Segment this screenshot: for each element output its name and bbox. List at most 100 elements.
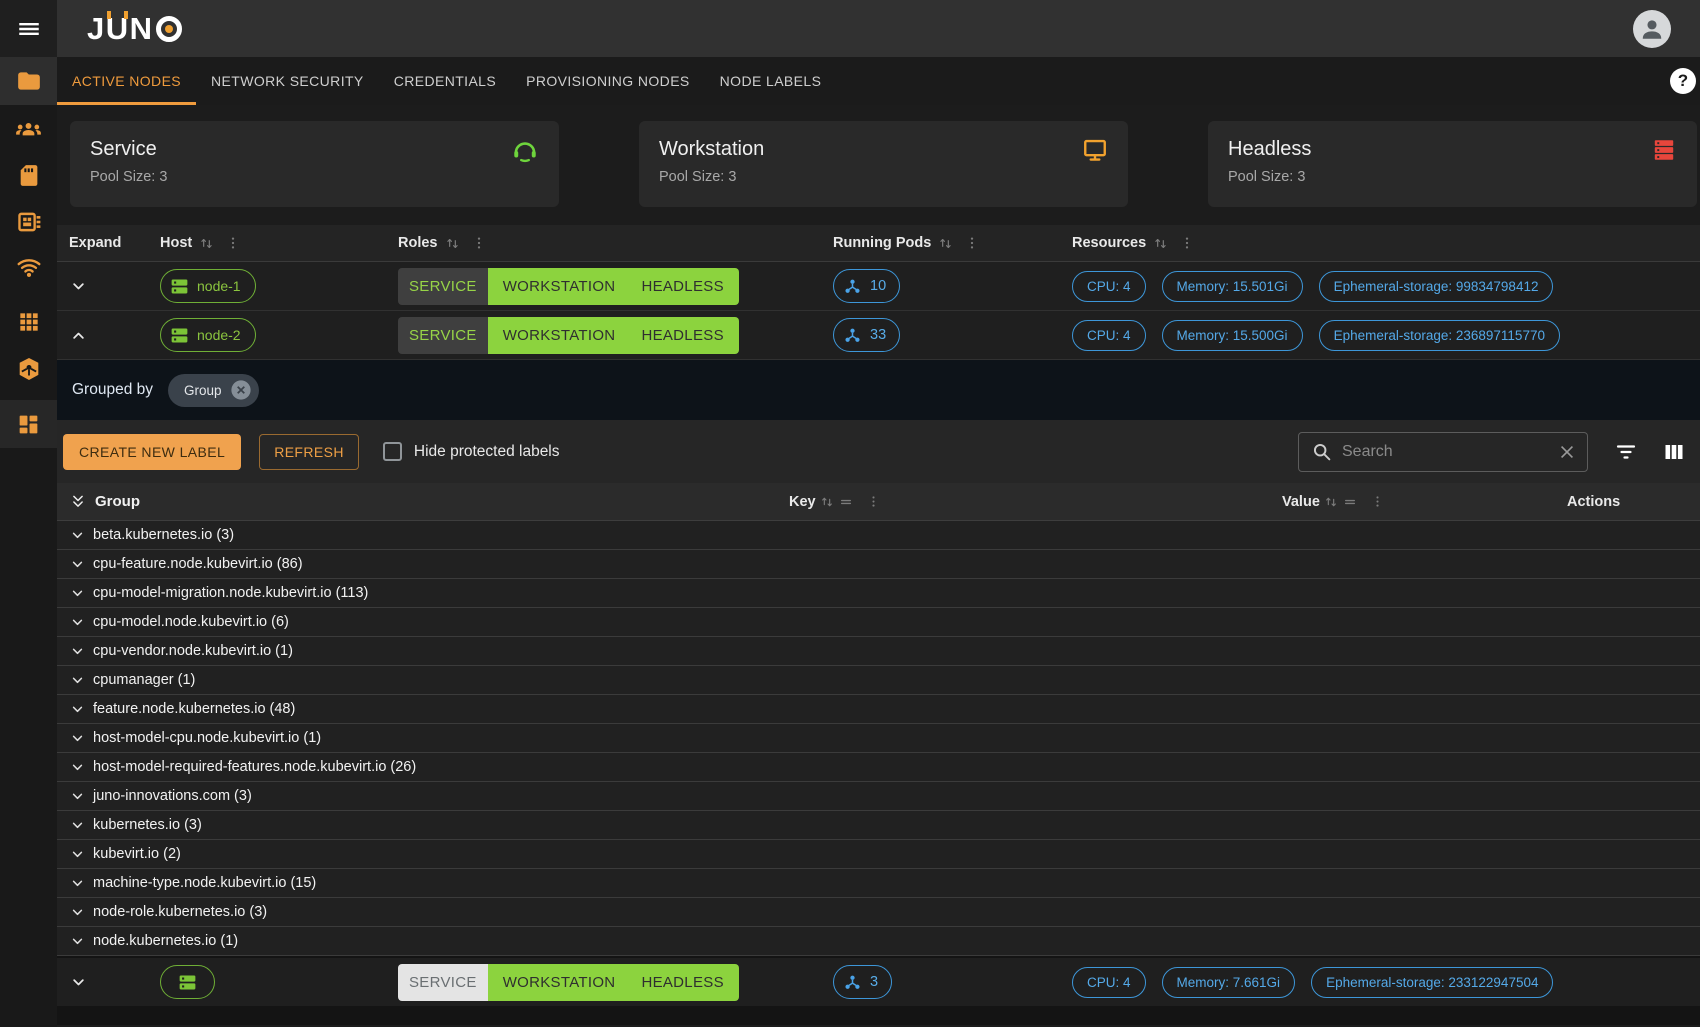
- sidebar-item-cube[interactable]: [0, 345, 57, 393]
- search-input[interactable]: [1342, 443, 1547, 461]
- expand-all-icon[interactable]: [69, 493, 87, 511]
- label-group-row[interactable]: kubevirt.io (2): [57, 840, 1700, 869]
- search-box: [1298, 432, 1588, 472]
- chevron-down-icon: [69, 730, 86, 747]
- groups-icon: [15, 116, 42, 143]
- label-group-row[interactable]: beta.kubernetes.io (3): [57, 521, 1700, 550]
- juno-logo: JUN: [87, 13, 182, 44]
- user-avatar[interactable]: [1633, 10, 1671, 48]
- refresh-button[interactable]: REFRESH: [259, 434, 359, 470]
- hide-protected-checkbox[interactable]: [383, 442, 402, 461]
- column-menu-icon[interactable]: [1179, 235, 1195, 251]
- role-workstation[interactable]: WORKSTATION: [503, 278, 616, 295]
- label-group-row[interactable]: cpu-model.node.kubevirt.io (6): [57, 608, 1700, 637]
- sidebar-item-memory[interactable]: [0, 198, 57, 246]
- label-group-row[interactable]: cpu-feature.node.kubevirt.io (86): [57, 550, 1700, 579]
- collapse-row-button[interactable]: [69, 326, 88, 345]
- label-group-row[interactable]: cpu-model-migration.node.kubevirt.io (11…: [57, 579, 1700, 608]
- role-service[interactable]: SERVICE: [398, 317, 488, 354]
- role-workstation[interactable]: WORKSTATION: [503, 974, 616, 991]
- sidebar-item-folder[interactable]: [0, 57, 57, 105]
- footer-strip: [57, 1006, 1700, 1025]
- role-workstation[interactable]: WORKSTATION: [503, 327, 616, 344]
- sidebar-item-sim-card[interactable]: [0, 151, 57, 199]
- hamburger-menu-button[interactable]: [0, 0, 57, 57]
- column-menu-icon[interactable]: [471, 235, 487, 251]
- cube-icon: [16, 356, 42, 382]
- column-menu-icon[interactable]: [866, 494, 881, 509]
- memory-chip: Memory: 15.500Gi: [1162, 320, 1303, 351]
- host-chip[interactable]: node-1: [160, 269, 256, 303]
- chevron-down-icon: [69, 817, 86, 834]
- sort-icon[interactable]: [937, 235, 954, 252]
- group-row-label: kubernetes.io (3): [93, 817, 202, 833]
- sort-icon[interactable]: [198, 235, 215, 252]
- logo-letter: J: [87, 13, 105, 44]
- ephemeral-storage-chip: Ephemeral-storage: 99834798412: [1319, 271, 1554, 302]
- cpu-chip: CPU: 4: [1072, 320, 1146, 351]
- tab-credentials[interactable]: CREDENTIALS: [379, 57, 511, 105]
- host-chip[interactable]: node-2: [160, 318, 256, 352]
- filter-equals-icon[interactable]: [1342, 494, 1358, 510]
- expand-row-button[interactable]: [69, 973, 88, 992]
- role-headless[interactable]: HEADLESS: [641, 974, 723, 991]
- column-menu-icon[interactable]: [964, 235, 980, 251]
- label-group-row[interactable]: cpumanager (1): [57, 666, 1700, 695]
- help-button[interactable]: ?: [1670, 68, 1696, 94]
- host-chip[interactable]: [160, 965, 215, 999]
- memory-chip: Memory: 7.661Gi: [1162, 967, 1296, 998]
- tab-network-security[interactable]: NETWORK SECURITY: [196, 57, 379, 105]
- header-host: Host: [160, 235, 192, 251]
- label-group-row[interactable]: machine-type.node.kubevirt.io (15): [57, 869, 1700, 898]
- filter-equals-icon[interactable]: [838, 494, 854, 510]
- sidebar-item-dashboard[interactable]: [0, 400, 57, 448]
- hide-protected-label: Hide protected labels: [414, 443, 560, 461]
- chevron-up-icon: [69, 326, 88, 345]
- label-group-row[interactable]: juno-innovations.com (3): [57, 782, 1700, 811]
- logo-o: [156, 16, 182, 42]
- sort-icon[interactable]: [819, 494, 835, 510]
- sidebar-item-groups[interactable]: [0, 105, 57, 153]
- role-service[interactable]: SERVICE: [398, 964, 488, 1001]
- pool-card-headless: Headless Pool Size: 3: [1208, 121, 1697, 207]
- chevron-down-icon: [69, 973, 88, 992]
- group-row-label: machine-type.node.kubevirt.io (15): [93, 875, 316, 891]
- create-new-label-button[interactable]: CREATE NEW LABEL: [63, 434, 241, 470]
- node-row: node-1 SERVICE WORKSTATIONHEADLESS 10: [57, 262, 1700, 311]
- grouped-by-chip[interactable]: Group: [168, 374, 259, 407]
- label-group-row[interactable]: kubernetes.io (3): [57, 811, 1700, 840]
- label-group-row[interactable]: host-model-required-features.node.kubevi…: [57, 753, 1700, 782]
- ephemeral-storage-chip: Ephemeral-storage: 236897115770: [1319, 320, 1560, 351]
- tab-provisioning-nodes[interactable]: PROVISIONING NODES: [511, 57, 705, 105]
- pool-card-title: Headless: [1228, 138, 1677, 161]
- sort-icon[interactable]: [1323, 494, 1339, 510]
- column-menu-icon[interactable]: [225, 235, 241, 251]
- role-service[interactable]: SERVICE: [398, 268, 488, 305]
- label-group-row[interactable]: cpu-vendor.node.kubevirt.io (1): [57, 637, 1700, 666]
- view-columns-icon[interactable]: [1662, 440, 1686, 464]
- running-pods-chip: 33: [833, 318, 900, 352]
- chevron-down-icon: [69, 759, 86, 776]
- label-group-row[interactable]: feature.node.kubernetes.io (48): [57, 695, 1700, 724]
- clear-search-icon[interactable]: [1557, 442, 1577, 462]
- grouped-by-bar: Grouped by Group: [57, 360, 1700, 420]
- label-group-row[interactable]: node.kubernetes.io (1): [57, 927, 1700, 956]
- column-menu-icon[interactable]: [1370, 494, 1385, 509]
- tab-label: NETWORK SECURITY: [211, 73, 364, 89]
- tab-bar: ACTIVE NODES NETWORK SECURITY CREDENTIAL…: [57, 57, 1700, 105]
- role-headless[interactable]: HEADLESS: [641, 278, 723, 295]
- sort-icon[interactable]: [444, 235, 461, 252]
- group-row-label: node.kubernetes.io (1): [93, 933, 238, 949]
- sidebar-item-wifi[interactable]: [0, 243, 57, 291]
- label-group-row[interactable]: host-model-cpu.node.kubevirt.io (1): [57, 724, 1700, 753]
- sort-icon[interactable]: [1152, 235, 1169, 252]
- pods-count: 33: [870, 327, 886, 343]
- expand-row-button[interactable]: [69, 277, 88, 296]
- tab-active-nodes[interactable]: ACTIVE NODES: [57, 57, 196, 105]
- tab-node-labels[interactable]: NODE LABELS: [705, 57, 837, 105]
- sidebar-item-apps[interactable]: [0, 298, 57, 346]
- role-headless[interactable]: HEADLESS: [641, 327, 723, 344]
- label-group-row[interactable]: node-role.kubernetes.io (3): [57, 898, 1700, 927]
- filter-icon[interactable]: [1614, 440, 1638, 464]
- remove-group-icon[interactable]: [230, 379, 252, 401]
